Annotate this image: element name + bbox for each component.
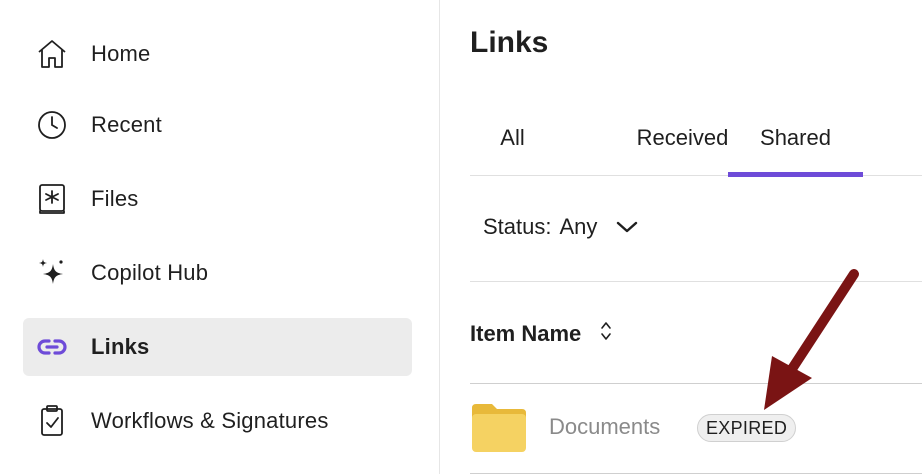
filter-bar: Status: Any: [470, 176, 922, 282]
sparkle-icon: [35, 256, 69, 290]
tab-label: All: [500, 125, 525, 150]
status-filter-dropdown[interactable]: Status: Any: [483, 214, 639, 240]
files-icon: [35, 182, 69, 216]
chevron-down-icon: [615, 219, 639, 235]
tab-shared[interactable]: Shared: [728, 100, 863, 177]
clipboard-check-icon: [35, 404, 69, 438]
status-filter-value: Any: [559, 214, 598, 239]
sidebar-item-label: Home: [91, 41, 151, 66]
column-header-item-name[interactable]: Item Name: [470, 319, 613, 349]
sidebar-item-workflows-signatures[interactable]: Workflows & Signatures: [23, 392, 412, 450]
status-filter-label: Status:: [483, 214, 552, 239]
sidebar-item-links[interactable]: Links: [23, 318, 412, 376]
tab-bar: All Received Shared: [470, 100, 922, 177]
column-header-label: Item Name: [470, 321, 582, 346]
sidebar-item-label: Workflows & Signatures: [91, 408, 329, 433]
tab-all[interactable]: All: [470, 100, 555, 176]
app-root: Home Recent Files Copilot Hub Links Work…: [0, 0, 922, 474]
tab-label: Received: [636, 125, 729, 150]
clock-icon: [35, 108, 69, 142]
sidebar-item-label: Files: [91, 186, 139, 211]
annotation-arrow-icon: [750, 268, 860, 423]
link-icon: [35, 330, 69, 364]
sidebar: Home Recent Files Copilot Hub Links Work…: [0, 0, 440, 474]
file-name: Documents: [549, 414, 661, 439]
sort-icon: [599, 319, 613, 349]
sidebar-item-label: Links: [91, 334, 150, 359]
sidebar-item-files[interactable]: Files: [23, 170, 412, 228]
sidebar-item-home[interactable]: Home: [23, 25, 412, 83]
tab-label: Shared: [760, 125, 831, 150]
page-title: Links: [470, 26, 549, 59]
folder-icon: [470, 402, 528, 454]
sidebar-item-label: Recent: [91, 112, 162, 137]
sidebar-item-recent[interactable]: Recent: [23, 96, 412, 154]
sidebar-item-label: Copilot Hub: [91, 260, 209, 285]
sidebar-item-copilot-hub[interactable]: Copilot Hub: [23, 244, 412, 302]
home-icon: [35, 37, 69, 71]
